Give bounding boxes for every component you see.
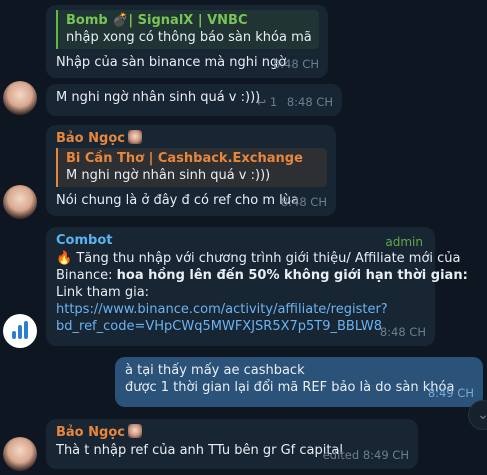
message-bubble[interactable]: M nghi ngờ nhân sinh quá v :))) ↩ 1 8:48… <box>46 84 342 116</box>
avatar[interactable] <box>3 437 37 471</box>
message-text: à tại thấy mấy ae cashback <box>125 363 305 378</box>
sender-name-text: Bảo Ngọc <box>56 425 125 440</box>
message-text: Binance: <box>56 268 117 283</box>
scroll-down-button[interactable]: ⌄ <box>468 400 487 430</box>
sender-badge-icon <box>127 424 142 438</box>
message-bold-text: hoa hồng lên đến 50% không giới hạn thời… <box>116 268 468 283</box>
message-bubble[interactable]: à tại thấy mấy ae cashback được 1 thời g… <box>115 357 483 407</box>
link[interactable]: https://www.binance.com/activity/affilia… <box>56 301 426 318</box>
message-time: 8:48 CH <box>280 195 327 209</box>
message-time: 8:48 CH <box>272 57 319 71</box>
message-time: 8:48 CH <box>286 95 333 109</box>
chevron-down-icon: ⌄ <box>477 407 487 423</box>
message-bubble[interactable]: Bảo Ngọc Bi Cần Thơ | Cashback.Exchange … <box>46 125 336 216</box>
message-text: Tăng thu nhập với chương trình giới thiệ… <box>76 251 461 266</box>
message-time: edited 8:49 CH <box>322 448 409 462</box>
message-text: được 1 thời gian lại đổi mã REF bảo là d… <box>125 380 455 395</box>
link[interactable]: bd_ref_code=VHpCWq5MWFXJSR5X7p5T9_BBLW8 <box>56 318 426 335</box>
sender-name[interactable]: Combot <box>56 232 426 250</box>
sender-name[interactable]: Bảo Ngọc <box>56 130 327 148</box>
reply-text: M nghi ngờ nhân sinh quá v :))) <box>66 168 271 183</box>
avatar[interactable] <box>3 314 37 348</box>
reply-author: Bi Cần Thơ | Cashback.Exchange <box>66 151 303 166</box>
reply-count[interactable]: 1 <box>270 95 277 109</box>
reply-author: Bomb 💣| SignalX | VNBC <box>66 13 248 28</box>
message-meta: ↩ 1 8:48 CH <box>257 94 333 111</box>
message-line: 🔥 Tăng thu nhập với chương trình giới th… <box>56 250 461 267</box>
reply-text: nhập xong có thông báo sàn khóa mã d... <box>66 30 312 45</box>
reply-quote[interactable]: Bomb 💣| SignalX | VNBC nhập xong có thôn… <box>56 10 319 49</box>
message-time: 8:48 CH <box>379 325 426 339</box>
message-bubble[interactable]: Bomb 💣| SignalX | VNBC nhập xong có thôn… <box>46 5 328 78</box>
message-bubble[interactable]: Combot admin 🔥 Tăng thu nhập với chương … <box>46 227 468 346</box>
sender-name-text: Bảo Ngọc <box>56 131 125 146</box>
message-time: 8:49 CH <box>427 386 474 400</box>
message-line: Binance: hoa hồng lên đến 50% không giới… <box>56 267 468 284</box>
sender-name[interactable]: Bảo Ngọc <box>56 424 409 442</box>
reply-quote[interactable]: Bi Cần Thơ | Cashback.Exchange M nghi ng… <box>56 148 327 187</box>
message-text: Link tham gia: <box>56 285 150 300</box>
avatar[interactable] <box>3 81 37 115</box>
reply-icon: ↩ <box>256 95 267 109</box>
message-bubble[interactable]: Bảo Ngọc Thà t nhập ref của anh TTu bên … <box>46 419 418 469</box>
admin-badge: admin <box>385 235 423 249</box>
avatar[interactable] <box>3 185 37 219</box>
sender-badge-icon <box>127 130 142 144</box>
fire-icon: 🔥 <box>56 251 73 266</box>
